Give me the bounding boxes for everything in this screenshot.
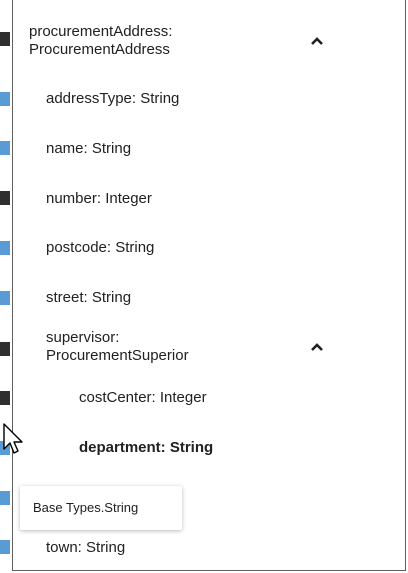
field-label: costCenter: Integer (79, 389, 207, 406)
field-label: number: Integer (46, 190, 152, 207)
type-tooltip: Base Types.String (20, 486, 182, 530)
field-label: addressType: String (46, 90, 180, 107)
chevron-up-icon[interactable] (308, 338, 326, 356)
rail-connector (0, 141, 10, 155)
tree-field-name[interactable]: name: String (13, 139, 405, 159)
rail-connector (0, 391, 10, 405)
field-label: town: String (46, 539, 126, 556)
rail-connector (0, 92, 10, 106)
rail-connector (0, 291, 10, 305)
tree-field-town[interactable]: town: String (13, 538, 405, 558)
left-rail (0, 0, 12, 573)
node-label: procurementAddress: ProcurementAddress (29, 23, 173, 58)
field-label: postcode: String (46, 239, 155, 256)
tree-field-department[interactable]: department: String (13, 438, 405, 458)
rail-connector (0, 241, 10, 255)
rail-connector (0, 342, 10, 356)
chevron-up-icon[interactable] (308, 32, 326, 50)
tree-field-street[interactable]: street: String (13, 288, 405, 308)
tree-field-number[interactable]: number: Integer (13, 189, 405, 209)
tree-field-cost-center[interactable]: costCenter: Integer (13, 388, 405, 408)
field-label: department: String (79, 439, 214, 456)
node-label: supervisor: ProcurementSuperior (46, 329, 189, 364)
rail-connector (0, 191, 10, 205)
rail-connector (0, 491, 10, 505)
tooltip-text: Base Types.String (33, 500, 139, 515)
tree-node-procurement-address[interactable]: procurementAddress: ProcurementAddress (13, 21, 405, 61)
field-label: street: String (46, 289, 132, 306)
tree-field-address-type[interactable]: addressType: String (13, 89, 405, 109)
tree-node-supervisor[interactable]: supervisor: ProcurementSuperior (13, 327, 405, 367)
field-label: name: String (46, 140, 132, 157)
tree-field-postcode[interactable]: postcode: String (13, 238, 405, 258)
mouse-pointer-icon (3, 423, 23, 454)
rail-connector (0, 540, 10, 554)
rail-connector (0, 32, 10, 46)
